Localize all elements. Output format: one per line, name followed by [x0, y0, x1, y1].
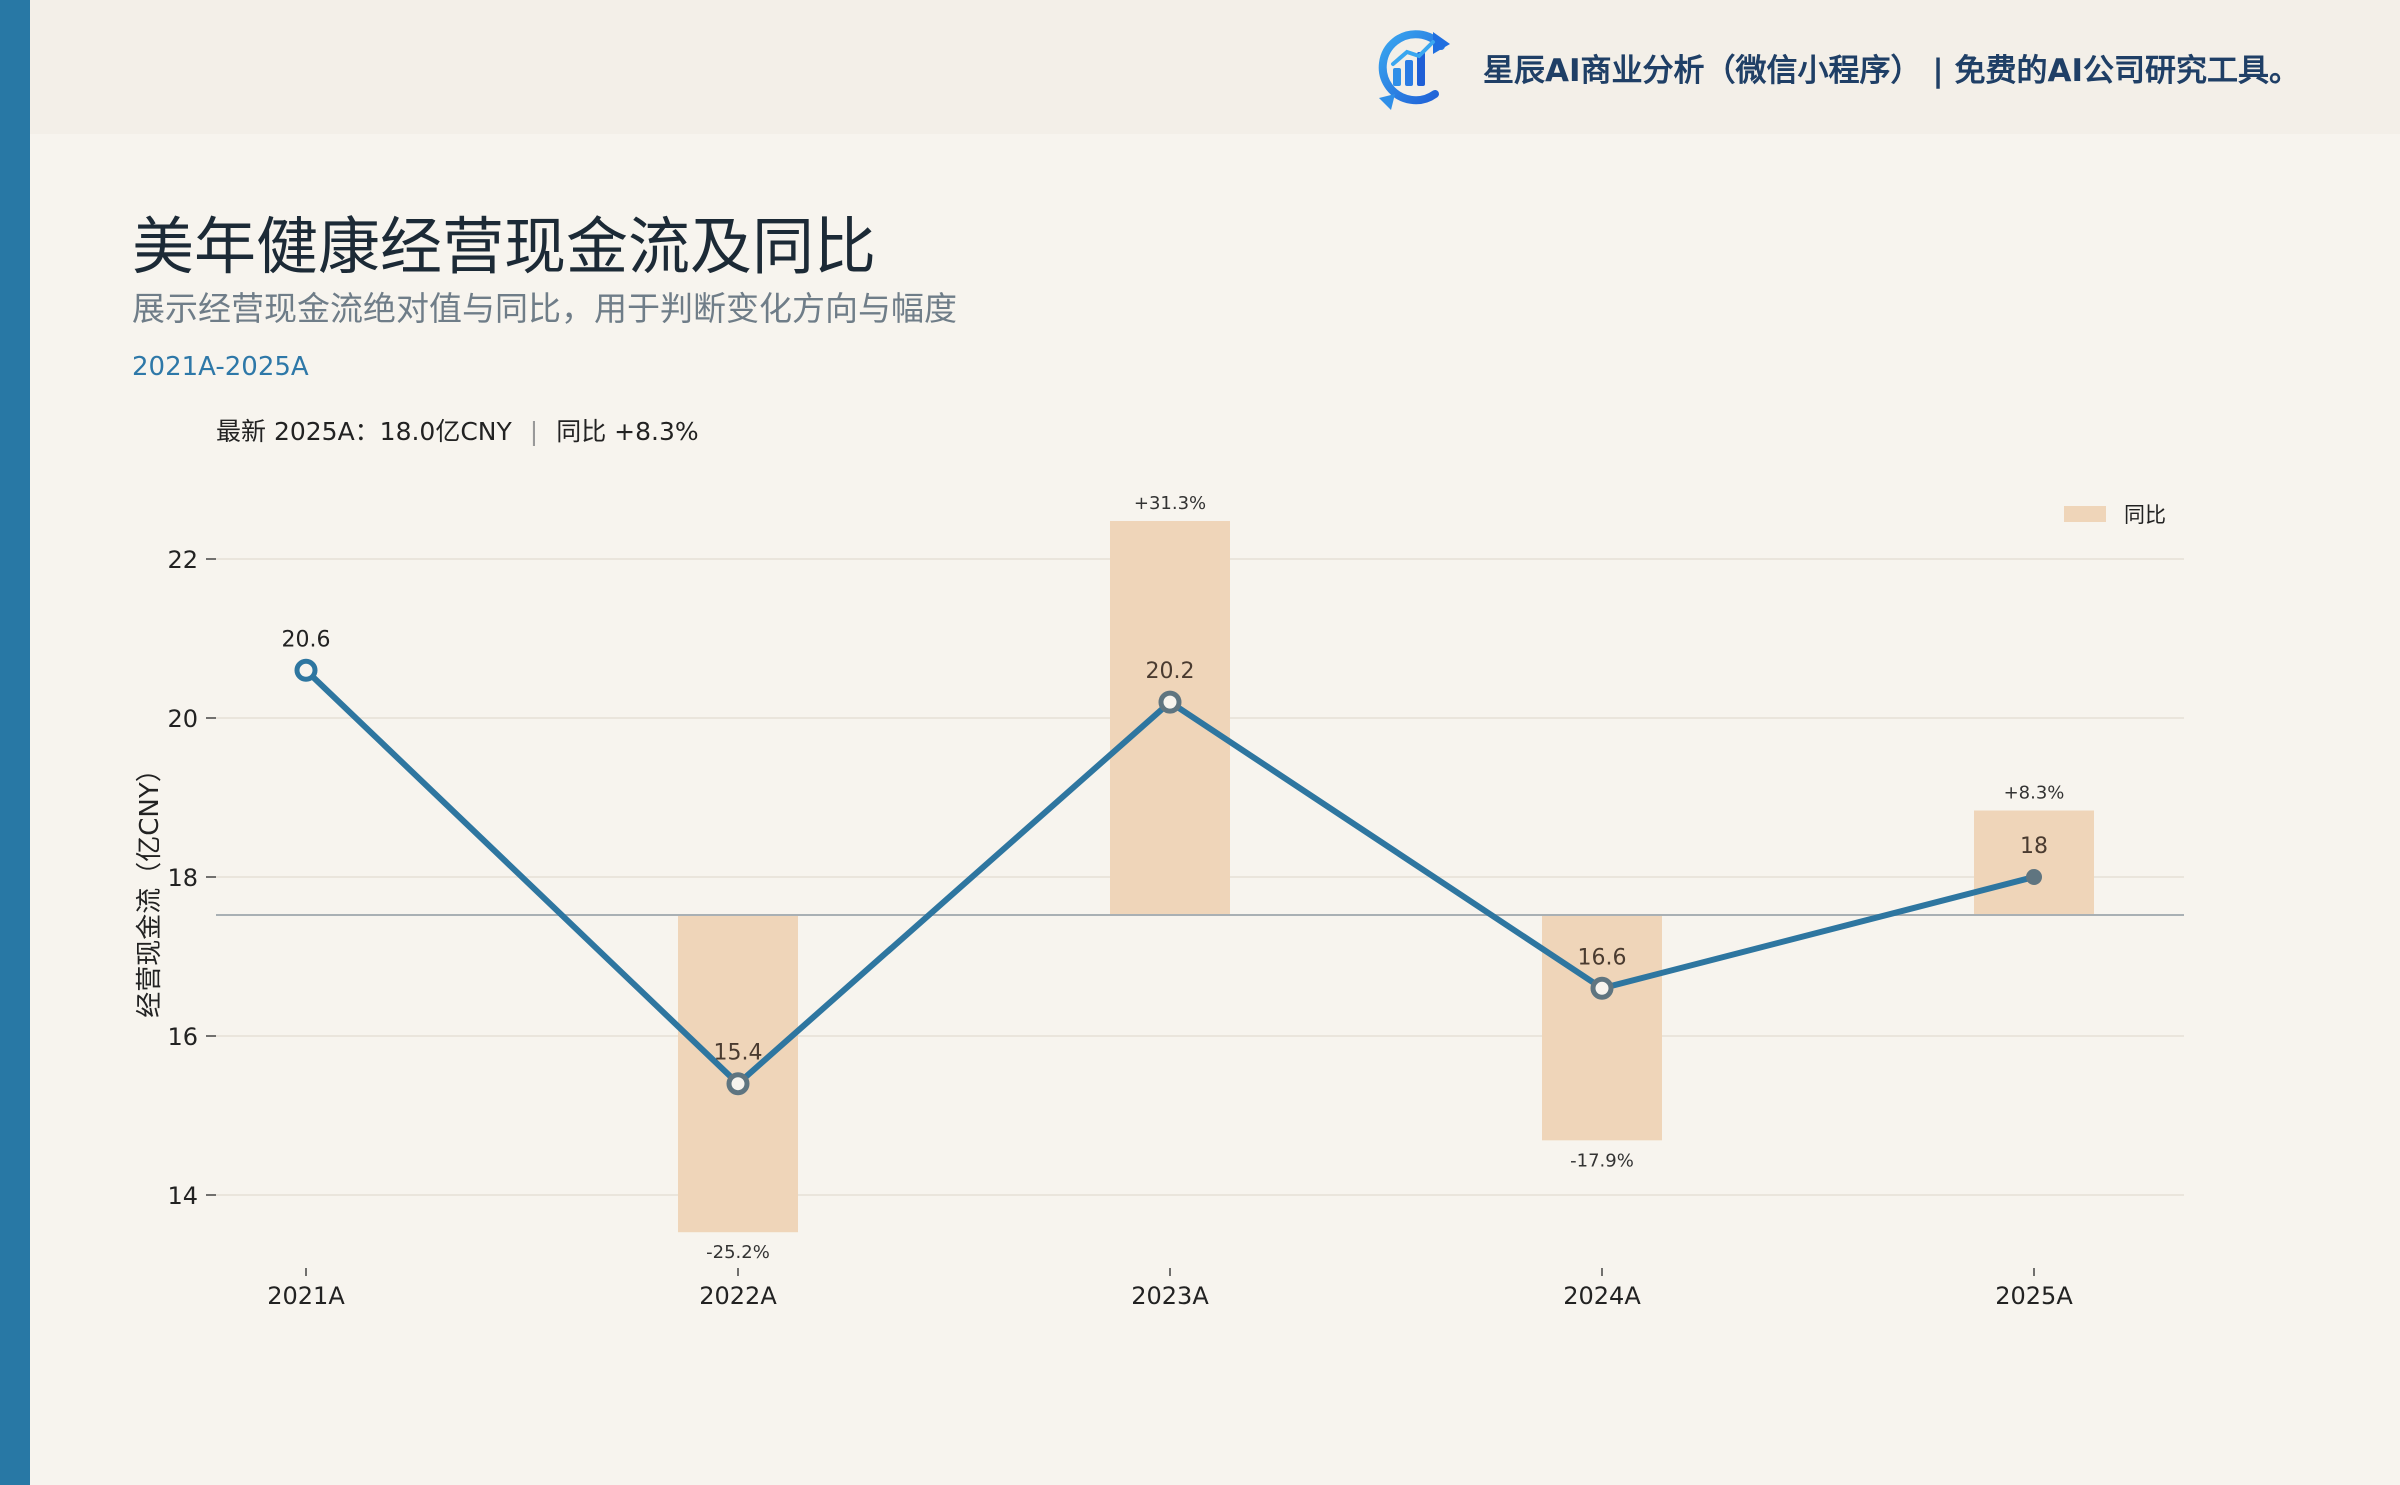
line-point	[294, 658, 318, 682]
chart-area: 14 16 18 20 22 经营现金流（亿CNY） 2021A 2022A 2023A 2024…	[135, 493, 2184, 1310]
yoy-bar-label: +31.3%	[1134, 493, 1206, 514]
yoy-bar	[1974, 810, 2094, 915]
x-tick-label: 2025A	[1995, 1282, 2073, 1310]
latest-value: 最新 2025A：18.0亿CNY	[216, 417, 512, 446]
latest-yoy: 同比 +8.3%	[556, 417, 699, 446]
point-label: 20.2	[1146, 659, 1195, 684]
y-axis-label: 经营现金流（亿CNY）	[135, 756, 165, 1018]
point-label: 15.4	[714, 1041, 763, 1066]
legend-swatch	[2064, 506, 2106, 522]
y-tick-label: 20	[167, 705, 198, 733]
bar-chart-refresh-icon	[1378, 30, 1451, 110]
yoy-bar-label: -25.2%	[706, 1242, 770, 1263]
yoy-bar-label: +8.3%	[2004, 783, 2065, 804]
chart-title: 美年健康经营现金流及同比	[132, 210, 877, 283]
line-point	[1590, 976, 1614, 1000]
y-tick-label: 14	[167, 1182, 198, 1210]
y-tick-label: 22	[167, 546, 198, 574]
x-tick-label: 2022A	[699, 1282, 777, 1310]
x-tick-label: 2021A	[267, 1282, 345, 1310]
brand-text: 星辰AI商业分析（微信小程序） | 免费的AI公司研究工具。	[1483, 52, 2300, 89]
chart-subtitle: 展示经营现金流绝对值与同比，用于判断变化方向与幅度	[132, 289, 957, 328]
line-point	[726, 1072, 750, 1096]
x-tick-label: 2023A	[1131, 1282, 1209, 1310]
brand-header: 星辰AI商业分析（微信小程序） | 免费的AI公司研究工具。	[1375, 22, 2300, 112]
latest-summary: 最新 2025A：18.0亿CNY | 同比 +8.3%	[216, 412, 699, 448]
x-tick-label: 2024A	[1563, 1282, 1641, 1310]
yoy-bar	[1110, 521, 1230, 915]
line-point	[2026, 869, 2042, 885]
yoy-bar-label: -17.9%	[1570, 1150, 1634, 1171]
y-tick-label: 18	[167, 864, 198, 892]
point-label: 18	[2020, 834, 2048, 859]
point-label: 20.6	[282, 627, 331, 652]
line-point	[1158, 690, 1182, 714]
point-label: 16.6	[1578, 945, 1627, 970]
y-tick-label: 16	[167, 1023, 198, 1051]
legend-label: 同比	[2124, 503, 2166, 527]
latest-separator: |	[529, 417, 539, 446]
period-label: 2021A-2025A	[132, 352, 309, 382]
